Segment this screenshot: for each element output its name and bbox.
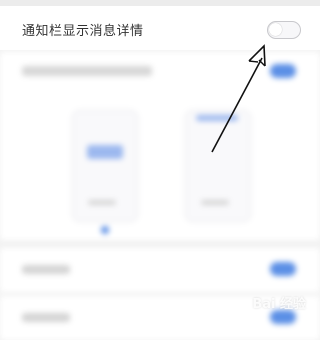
blurred-content: [0, 52, 320, 340]
setting-label: 通知栏显示消息详情: [22, 24, 144, 39]
style-option-caption-2: [201, 200, 229, 205]
section-heading-placeholder: [22, 66, 152, 76]
preview-banner: [196, 115, 238, 121]
section-toggle[interactable]: [270, 64, 296, 78]
toggle-knob: [269, 23, 282, 36]
selected-radio-indicator[interactable]: [101, 226, 109, 234]
watermark: Bai 经验: [252, 297, 306, 312]
style-section-card: [0, 52, 320, 240]
style-option-preview-1[interactable]: [72, 110, 138, 222]
row-label-placeholder: [22, 313, 70, 322]
row-label-placeholder: [22, 265, 70, 274]
style-option-preview-2[interactable]: [185, 110, 251, 222]
notification-detail-toggle[interactable]: [267, 21, 301, 39]
style-option-caption-1: [88, 200, 116, 205]
setting-row-2[interactable]: [0, 248, 320, 292]
row-toggle[interactable]: [270, 262, 296, 276]
row-toggle[interactable]: [270, 310, 296, 324]
preview-banner: [87, 145, 123, 159]
notification-detail-setting-row[interactable]: 通知栏显示消息详情: [0, 6, 320, 50]
